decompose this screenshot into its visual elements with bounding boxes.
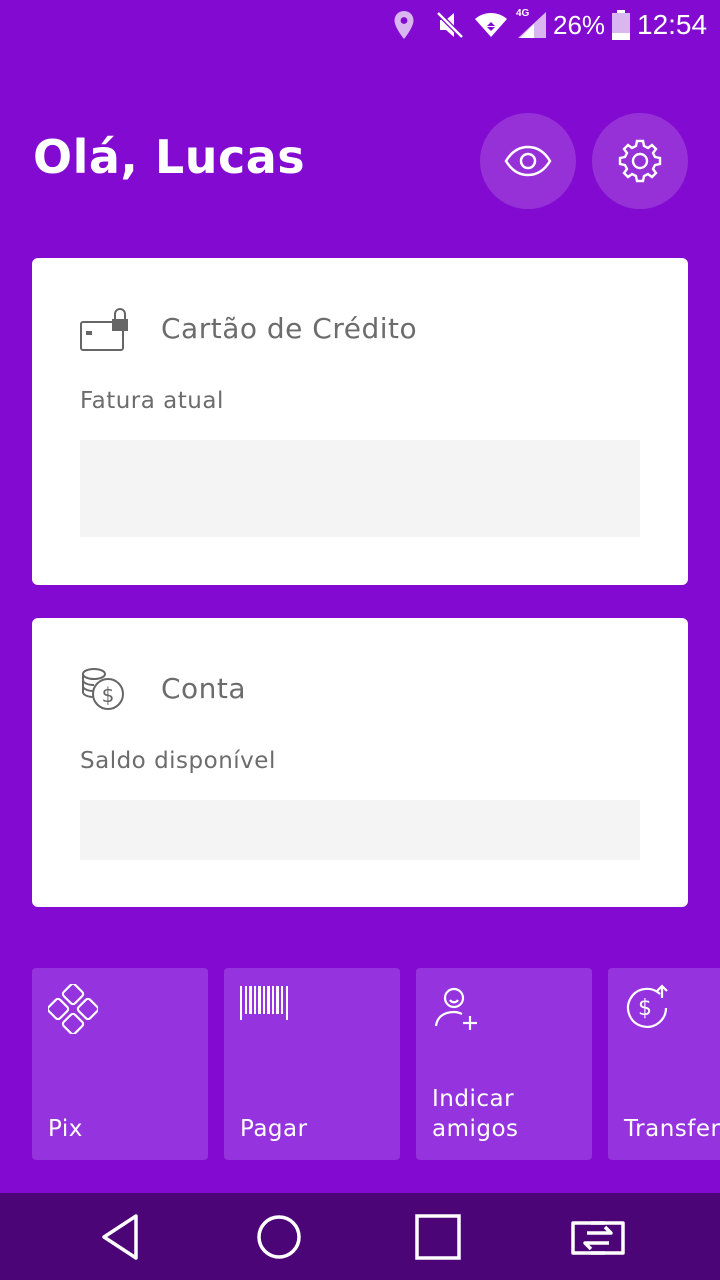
nav-home-button[interactable] <box>229 1193 329 1280</box>
nav-switch-button[interactable] <box>548 1193 648 1280</box>
shortcut-label: Transferir <box>624 1116 720 1142</box>
battery-icon <box>611 0 631 50</box>
network-type-label: 4G <box>516 8 530 19</box>
shortcut-label: Pagar <box>240 1116 308 1142</box>
account-card[interactable]: $ Conta Saldo disponível <box>32 618 688 907</box>
recents-icon <box>415 1213 461 1260</box>
shortcut-transfer[interactable]: $ Transferir <box>608 968 720 1160</box>
credit-card-lock-icon <box>80 306 130 359</box>
system-nav-bar <box>0 1193 720 1280</box>
mute-icon <box>436 0 464 50</box>
nav-back-button[interactable] <box>70 1193 170 1280</box>
shortcut-carousel[interactable]: Pix Pagar Indicar amigos $ Transfer <box>0 968 720 1160</box>
clock: 12:54 <box>637 9 708 40</box>
pix-icon <box>46 982 100 1039</box>
location-icon <box>392 0 416 50</box>
toggle-visibility-button[interactable] <box>480 113 576 209</box>
shortcut-label: Pix <box>48 1116 83 1142</box>
greeting-title: Olá, Lucas <box>33 130 306 184</box>
barcode-icon <box>240 984 290 1027</box>
account-title: Conta <box>161 672 247 705</box>
gear-icon <box>618 139 662 183</box>
add-friend-icon <box>432 984 482 1039</box>
settings-button[interactable] <box>592 113 688 209</box>
shortcut-refer-friends[interactable]: Indicar amigos <box>416 968 592 1160</box>
credit-card-title: Cartão de Crédito <box>161 312 418 345</box>
signal-icon: 4G <box>514 0 548 50</box>
transfer-money-icon: $ <box>624 984 670 1035</box>
invoice-value-placeholder <box>80 440 640 537</box>
back-icon <box>102 1213 138 1260</box>
svg-text:$: $ <box>638 996 652 1021</box>
shortcut-label: Indicar amigos <box>432 1086 519 1142</box>
credit-card-subtitle: Fatura atual <box>80 388 224 414</box>
balance-value-placeholder <box>80 800 640 860</box>
nav-recents-button[interactable] <box>388 1193 488 1280</box>
svg-text:$: $ <box>102 683 115 707</box>
eye-icon <box>504 145 552 177</box>
shortcut-pay[interactable]: Pagar <box>224 968 400 1160</box>
switch-app-icon <box>571 1220 625 1255</box>
home-icon <box>257 1214 301 1259</box>
wifi-icon <box>474 0 508 50</box>
shortcut-pix[interactable]: Pix <box>32 968 208 1160</box>
status-bar: 4G 26% 12:54 <box>0 0 720 50</box>
account-subtitle: Saldo disponível <box>80 748 276 774</box>
credit-card-card[interactable]: Cartão de Crédito Fatura atual <box>32 258 688 585</box>
battery-percent: 26% <box>553 9 606 40</box>
coins-icon: $ <box>80 666 128 717</box>
